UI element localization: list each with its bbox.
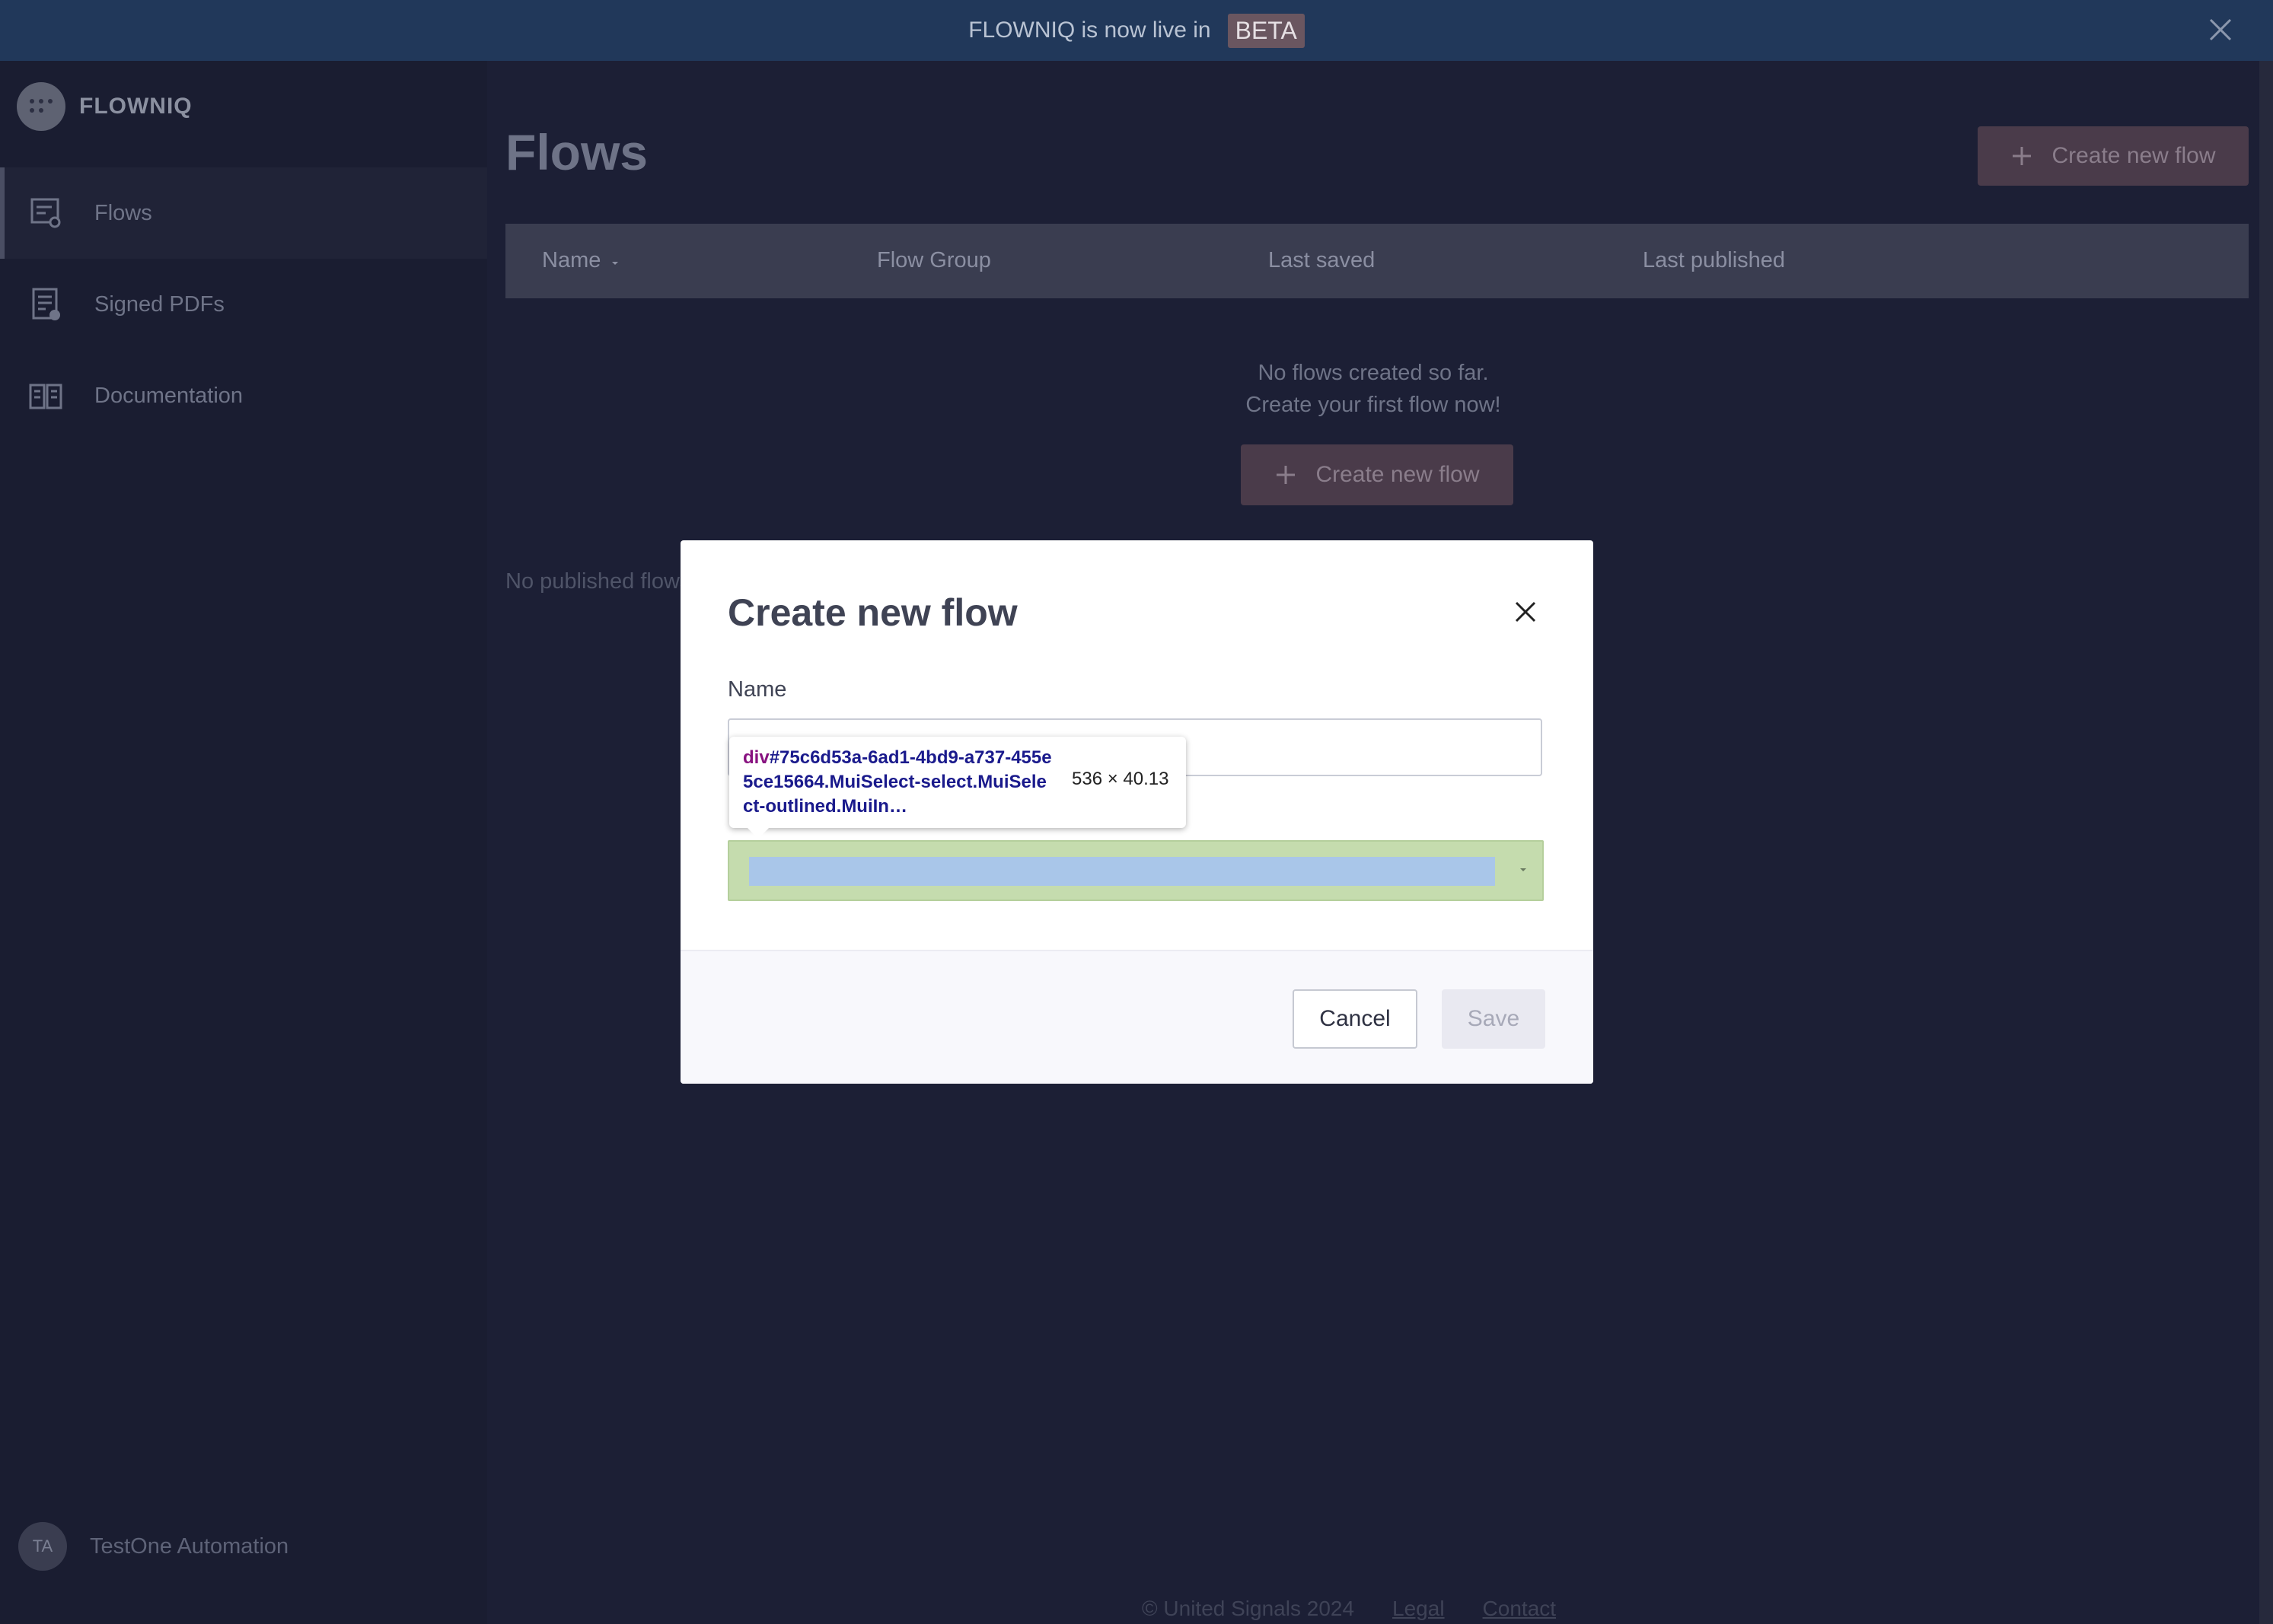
logo-icon — [17, 82, 65, 131]
sidebar-item-signed-pdfs[interactable]: Signed PDFs — [0, 259, 487, 350]
sidebar-item-label: Signed PDFs — [94, 291, 225, 317]
footer: © United Signals 2024 Legal Contact — [1142, 1597, 1556, 1621]
column-header-last-saved: Last saved — [1268, 248, 1376, 272]
empty-create-new-flow-button[interactable]: Create new flow — [1241, 444, 1513, 505]
contact-link[interactable]: Contact — [1483, 1597, 1557, 1621]
user-name: TestOne Automation — [90, 1533, 289, 1559]
empty-state-line2: Create your first flow now! — [1245, 393, 1501, 417]
sidebar-item-label: Flows — [94, 200, 152, 225]
column-header-flow-group: Flow Group — [877, 248, 991, 272]
brand-name: FLOWNIQ — [79, 94, 193, 119]
create-new-flow-button[interactable]: Create new flow — [1978, 126, 2249, 186]
flow-group-select[interactable] — [728, 840, 1544, 901]
tooltip-dimensions: 536 × 40.13 — [1072, 769, 1169, 789]
sort-arrow-icon — [612, 262, 619, 265]
brand[interactable]: FLOWNIQ — [17, 82, 193, 131]
scrollbar[interactable] — [2259, 61, 2273, 1624]
tooltip-pointer — [746, 826, 770, 839]
select-value — [749, 857, 1495, 886]
flows-icon — [30, 198, 61, 228]
sidebar-item-flows[interactable]: Flows — [0, 167, 492, 259]
banner-text: FLOWNIQ is now live in — [968, 18, 1211, 43]
dialog-footer: Cancel Save — [681, 950, 1593, 1084]
no-published-text: No published flows — [505, 569, 691, 594]
avatar: TA — [18, 1522, 67, 1571]
plus-icon — [2013, 147, 2032, 165]
banner-close-icon[interactable] — [2201, 11, 2240, 49]
save-button[interactable]: Save — [1442, 989, 1545, 1049]
name-label: Name — [728, 677, 787, 702]
sidebar-item-documentation[interactable]: Documentation — [0, 350, 487, 441]
button-label: Create new flow — [2051, 143, 2216, 168]
documentation-book-icon — [29, 384, 62, 409]
empty-state-line1: No flows created so far. — [1258, 361, 1489, 385]
copyright: © United Signals 2024 — [1142, 1597, 1355, 1620]
cancel-button[interactable]: Cancel — [1293, 989, 1417, 1049]
chevron-down-icon — [1520, 868, 1526, 871]
legal-link[interactable]: Legal — [1392, 1597, 1445, 1621]
beta-badge: BETA — [1227, 13, 1305, 48]
tooltip-selector-text: #75c6d53a-6ad1-4bd9-a737-455e5ce15664.Mu… — [743, 747, 1052, 817]
devtools-inspect-tooltip: div#75c6d53a-6ad1-4bd9-a737-455e5ce15664… — [729, 737, 1186, 839]
tooltip-selector: div#75c6d53a-6ad1-4bd9-a737-455e5ce15664… — [743, 746, 1055, 819]
flows-table-header: Name Flow Group Last saved Last publishe… — [505, 224, 2249, 298]
sidebar: FLOWNIQ Flows Signed PDFs Documentation … — [0, 61, 492, 1624]
tooltip-tag: div — [743, 747, 770, 768]
plus-icon — [1277, 466, 1296, 484]
announcement-banner: FLOWNIQ is now live in BETA — [0, 0, 2273, 61]
column-header-last-published: Last published — [1643, 248, 1786, 272]
sidebar-item-label: Documentation — [94, 383, 244, 408]
column-header-name[interactable]: Name — [542, 248, 620, 273]
dialog-title: Create new flow — [728, 591, 1018, 634]
page-title: Flows — [505, 124, 649, 180]
close-icon[interactable] — [1510, 597, 1541, 627]
signed-pdf-icon — [32, 288, 60, 320]
button-label: Create new flow — [1315, 462, 1480, 487]
user-profile[interactable]: TA TestOne Automation — [18, 1522, 289, 1571]
